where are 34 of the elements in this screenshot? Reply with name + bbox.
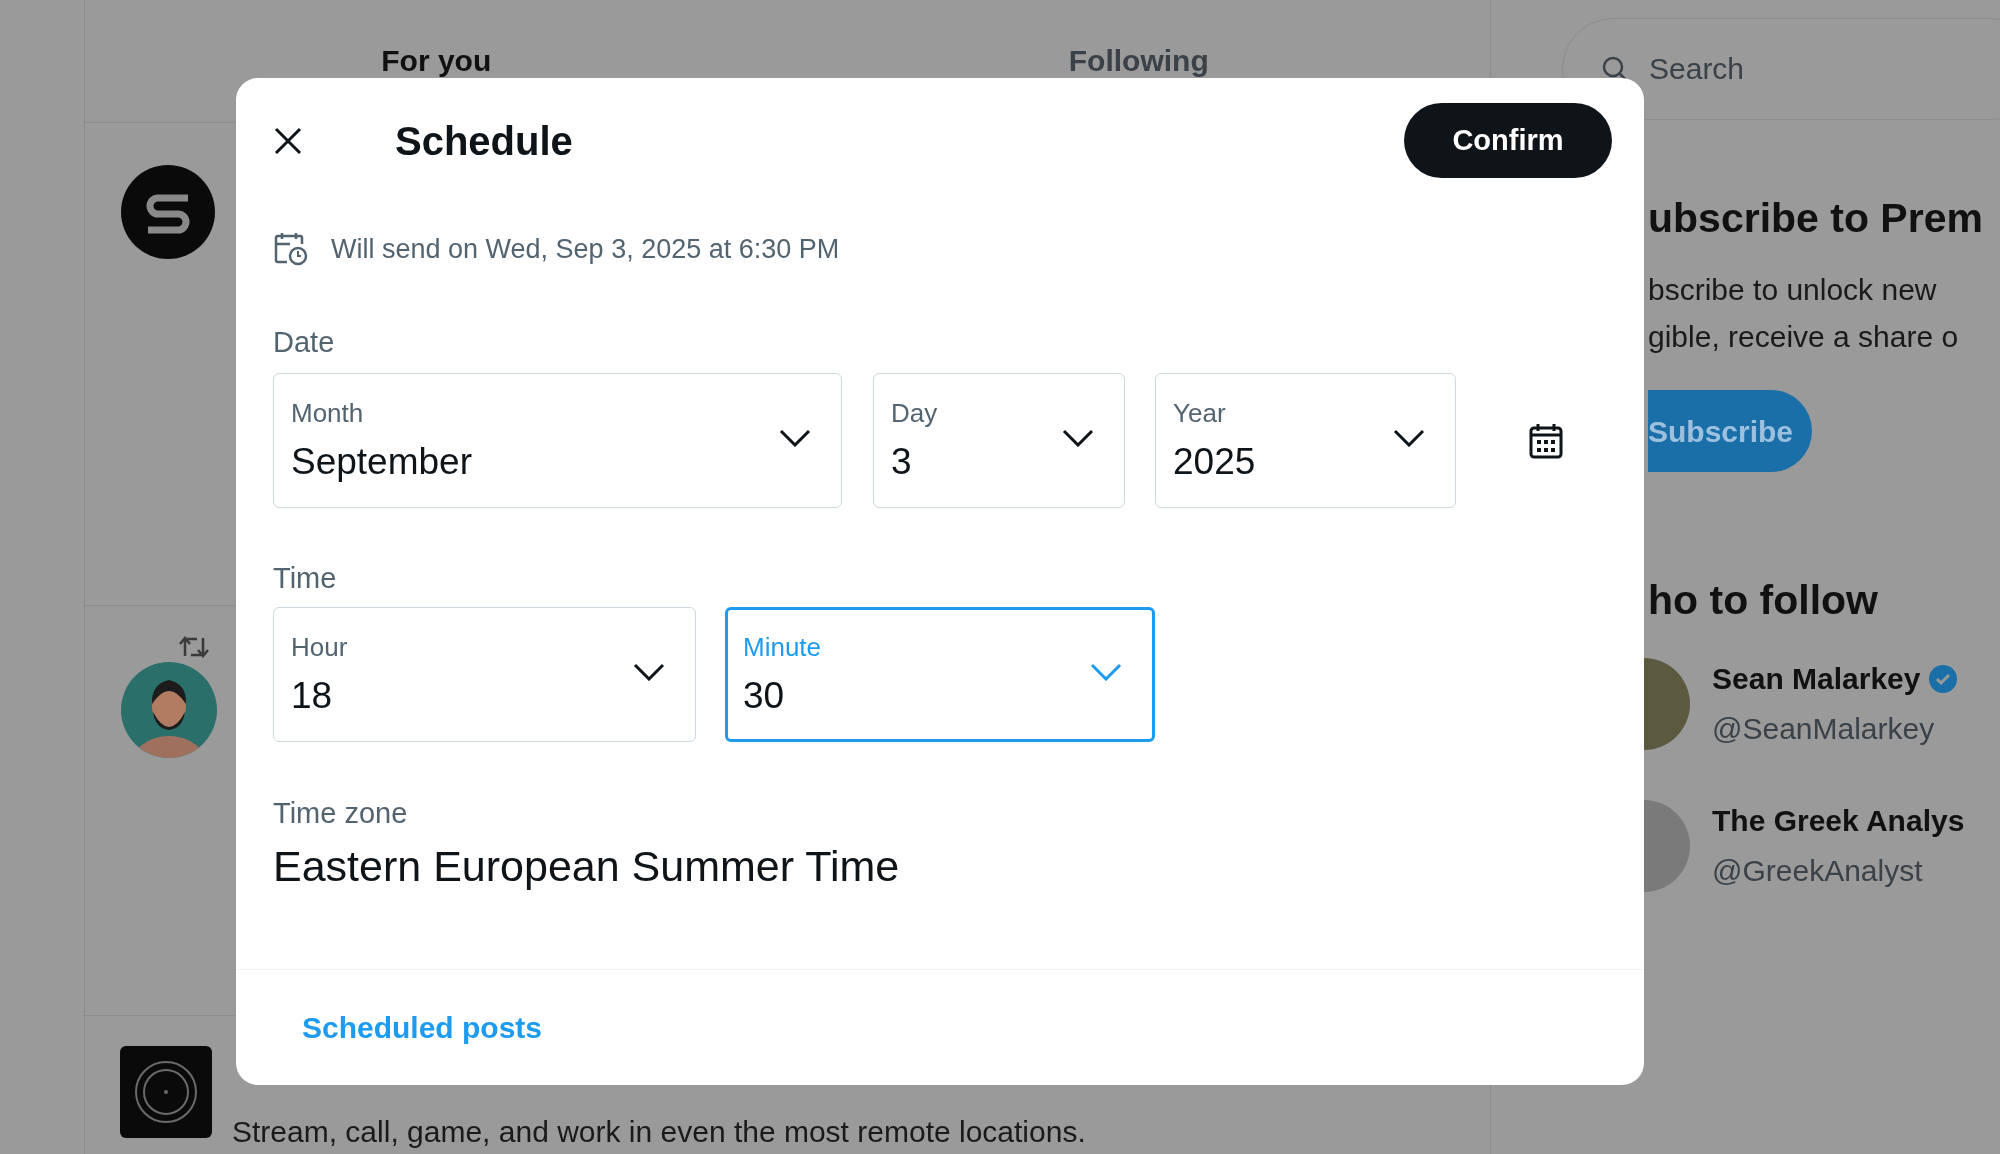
premium-heading: ubscribe to Prem bbox=[1648, 194, 1984, 243]
timezone-value: Eastern European Summer Time bbox=[273, 841, 900, 892]
brand-avatar[interactable] bbox=[120, 1046, 212, 1138]
verified-badge-icon bbox=[1928, 664, 1959, 694]
dialog-title: Schedule bbox=[395, 117, 573, 165]
time-label: Time bbox=[273, 561, 337, 596]
chevron-down-icon bbox=[1062, 428, 1094, 447]
dropdown-field[interactable]: Year 2025 bbox=[1155, 373, 1456, 508]
calendar-icon[interactable] bbox=[1529, 422, 1563, 459]
chevron-down-icon bbox=[1090, 662, 1122, 681]
date-label: Date bbox=[273, 325, 335, 360]
premium-description-line: gible, receive a share o bbox=[1648, 319, 1960, 355]
account-handle: @GreekAnalyst bbox=[1712, 853, 1924, 889]
schedule-summary: Will send on Wed, Sep 3, 2025 at 6:30 PM bbox=[331, 232, 840, 266]
dropdown-field[interactable]: Day 3 bbox=[873, 373, 1125, 508]
timezone-label: Time zone bbox=[273, 796, 408, 831]
account-avatar[interactable] bbox=[1644, 658, 1690, 750]
dropdown-field[interactable]: Minute 30 bbox=[725, 607, 1155, 742]
chevron-down-icon bbox=[633, 662, 665, 681]
account-name[interactable]: Sean Malarkey bbox=[1712, 659, 1921, 699]
calendar-clock-icon bbox=[273, 231, 309, 267]
confirm-button[interactable]: Confirm bbox=[1404, 103, 1612, 178]
post-text: Stream, call, game, and work in even the most remote locations. bbox=[232, 1114, 1086, 1150]
ring-icon bbox=[133, 1059, 199, 1125]
search-field[interactable]: Search bbox=[1562, 18, 2000, 120]
account-name[interactable]: The Greek Analys bbox=[1712, 801, 1965, 841]
chevron-down-icon bbox=[1393, 428, 1425, 447]
chevron-down-icon bbox=[779, 428, 811, 447]
dropdown-field[interactable]: Month September bbox=[273, 373, 842, 508]
premium-description-line: bscribe to unlock new bbox=[1648, 272, 1938, 308]
section-heading: ho to follow bbox=[1648, 576, 1879, 625]
dropdown-field[interactable]: Hour 18 bbox=[273, 607, 696, 742]
close-icon[interactable] bbox=[273, 125, 303, 156]
account-handle: @SeanMalarkey bbox=[1712, 711, 1936, 747]
